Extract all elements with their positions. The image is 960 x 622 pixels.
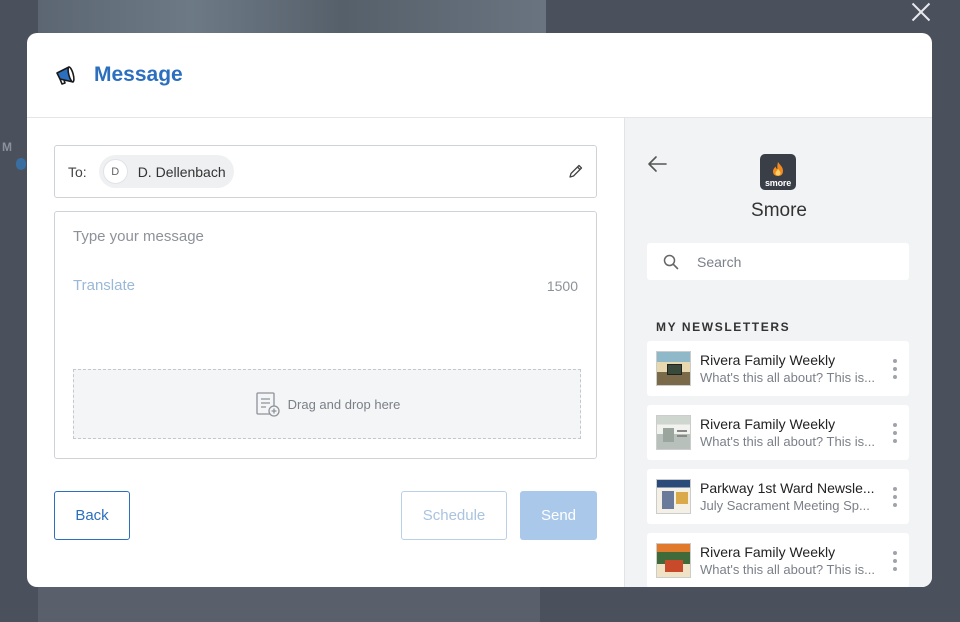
background-badge	[16, 158, 26, 170]
compose-pane: To: D D. Dellenbach Translate 1500	[27, 118, 624, 587]
newsletter-thumbnail	[656, 543, 691, 578]
close-modal-icon[interactable]	[909, 0, 933, 24]
background-label: M	[2, 140, 12, 154]
back-arrow-icon[interactable]	[646, 155, 668, 173]
send-button[interactable]: Send	[520, 491, 597, 540]
recipient-avatar: D	[102, 159, 128, 184]
background-image	[38, 0, 546, 34]
section-title: MY NEWSLETTERS	[656, 320, 791, 334]
to-label: To:	[68, 163, 87, 180]
search-input[interactable]	[697, 253, 897, 270]
smore-panel: smore Smore MY NEWSLETTERS Rivera Family…	[624, 118, 932, 587]
newsletter-item[interactable]: Rivera Family Weekly What's this all abo…	[647, 341, 909, 396]
newsletter-item[interactable]: Rivera Family Weekly What's this all abo…	[647, 533, 909, 587]
dropzone-label: Drag and drop here	[287, 396, 401, 412]
recipient-chip[interactable]: D D. Dellenbach	[98, 155, 234, 188]
recipient-field[interactable]: To: D D. Dellenbach	[54, 145, 597, 198]
newsletter-thumbnail	[656, 415, 691, 450]
newsletter-item[interactable]: Parkway 1st Ward Newsle... July Sacramen…	[647, 469, 909, 524]
newsletter-subtitle: What's this all about? This is...	[700, 434, 875, 449]
modal-header: Message	[27, 33, 932, 118]
newsletter-title: Rivera Family Weekly	[700, 352, 836, 368]
background-card	[38, 586, 540, 622]
message-modal: Message To: D D. Dellenbach Translate 15…	[27, 33, 932, 587]
flame-icon	[773, 162, 783, 176]
pencil-icon[interactable]	[568, 163, 584, 179]
newsletter-title: Rivera Family Weekly	[700, 544, 836, 560]
newsletter-item[interactable]: Rivera Family Weekly What's this all abo…	[647, 405, 909, 460]
integration-name: Smore	[751, 200, 807, 221]
newsletter-thumbnail	[656, 479, 691, 514]
recipient-name: D. Dellenbach	[137, 163, 226, 180]
newsletter-search[interactable]	[647, 243, 909, 280]
add-file-icon	[255, 392, 280, 417]
schedule-button[interactable]: Schedule	[401, 491, 507, 540]
translate-link[interactable]: Translate	[73, 277, 135, 294]
more-options-icon[interactable]	[892, 423, 898, 443]
message-input[interactable]	[73, 228, 573, 245]
newsletter-subtitle: July Sacrament Meeting Sp...	[700, 498, 870, 513]
char-count: 1500	[546, 278, 578, 294]
newsletter-thumbnail	[656, 351, 691, 386]
more-options-icon[interactable]	[892, 551, 898, 571]
newsletter-subtitle: What's this all about? This is...	[700, 370, 875, 385]
search-icon	[663, 254, 679, 269]
message-box: Translate 1500 Drag and drop here	[54, 211, 597, 459]
more-options-icon[interactable]	[892, 359, 898, 379]
newsletter-list: Rivera Family Weekly What's this all abo…	[647, 341, 909, 587]
back-button[interactable]: Back	[54, 491, 130, 540]
newsletter-subtitle: What's this all about? This is...	[700, 562, 875, 577]
smore-logo-text: smore	[764, 178, 791, 188]
modal-title: Message	[94, 63, 183, 86]
megaphone-icon	[56, 66, 75, 85]
newsletter-title: Parkway 1st Ward Newsle...	[700, 480, 875, 496]
smore-logo: smore	[760, 154, 796, 190]
more-options-icon[interactable]	[892, 487, 898, 507]
attachment-dropzone[interactable]: Drag and drop here	[73, 369, 581, 439]
newsletter-title: Rivera Family Weekly	[700, 416, 836, 432]
